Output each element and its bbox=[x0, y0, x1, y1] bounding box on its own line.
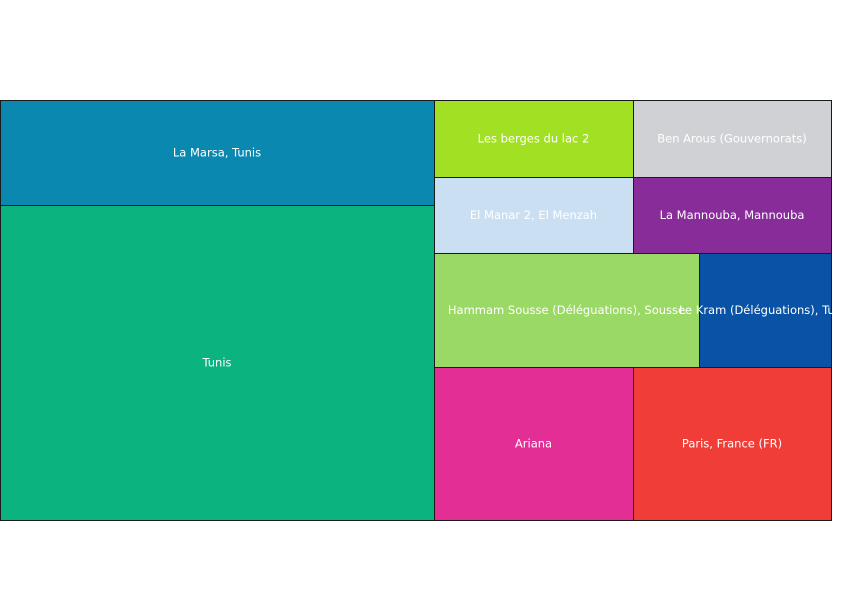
treemap-tile-label: La Mannouba, Mannouba bbox=[660, 208, 805, 222]
treemap-tile-label: Hammam Sousse (Déléguations), Sousse bbox=[448, 303, 685, 317]
treemap-tile-label: Paris, France (FR) bbox=[682, 437, 782, 451]
treemap-tile-label: Tunis bbox=[201, 356, 231, 370]
treemap-tile-label: La Marsa, Tunis bbox=[173, 146, 261, 160]
treemap-tile-label: El Manar 2, El Menzah bbox=[470, 208, 597, 222]
treemap-tile-label: Le Kram (Déléguations), Tunis bbox=[679, 303, 850, 317]
treemap-tile-label: Les berges du lac 2 bbox=[478, 132, 590, 146]
treemap-tile-label: Ariana bbox=[515, 437, 552, 451]
treemap-chart: Tunis La Marsa, Tunis Les berges du lac 2 B… bbox=[0, 100, 850, 521]
treemap-tile-label: Ben Arous (Gouvernorats) bbox=[657, 132, 806, 146]
